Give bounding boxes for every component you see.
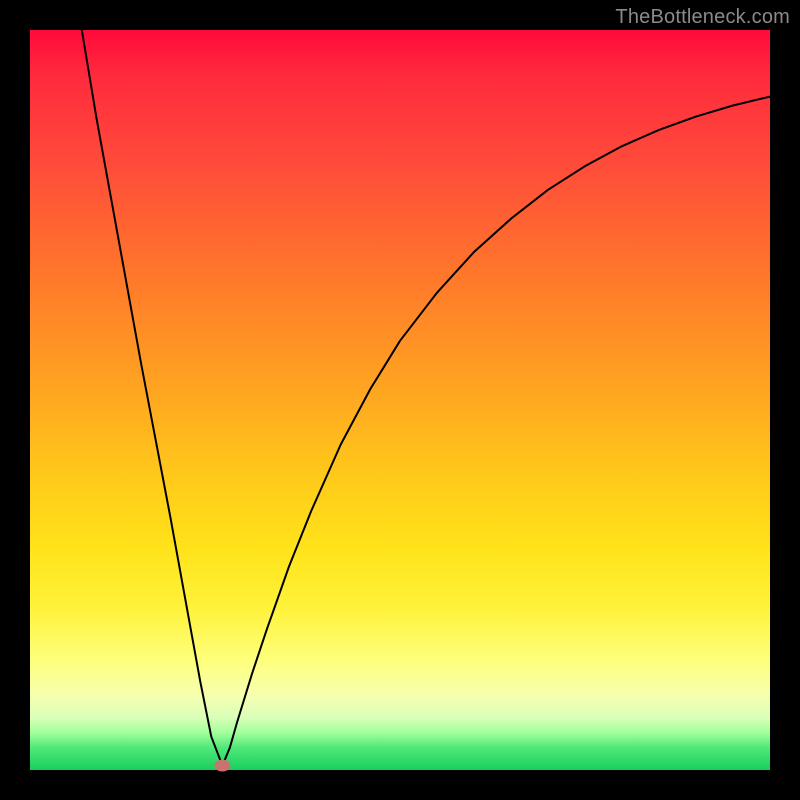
bottleneck-curve [82, 30, 770, 766]
curve-svg [30, 30, 770, 770]
chart-frame: TheBottleneck.com [0, 0, 800, 800]
minimum-marker [214, 760, 230, 772]
watermark-text: TheBottleneck.com [615, 6, 790, 29]
plot-area [30, 30, 770, 770]
